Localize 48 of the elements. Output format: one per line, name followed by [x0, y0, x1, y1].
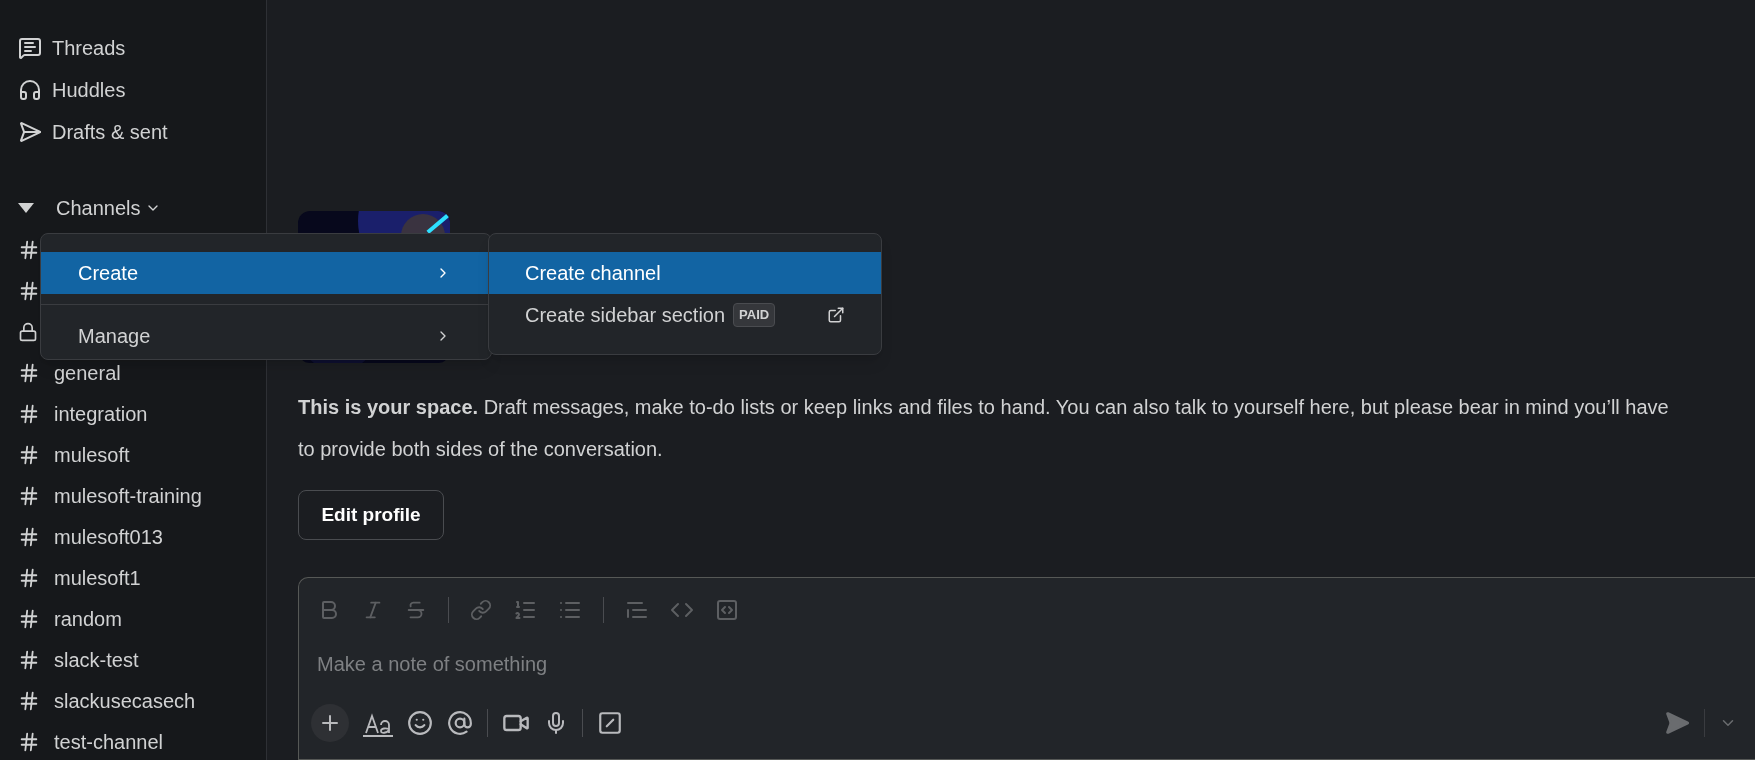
menu-item-label: Create channel — [525, 261, 661, 286]
menu-item-label: Create sidebar section — [525, 303, 726, 328]
add-button[interactable] — [311, 703, 349, 742]
hash-icon — [18, 566, 40, 589]
message-input[interactable]: Make a note of something — [317, 641, 1737, 688]
menu-item[interactable]: Create sidebar section PAID — [489, 294, 881, 336]
section-header[interactable]: Channels — [56, 193, 141, 223]
menu-item[interactable]: Create channel — [489, 252, 881, 294]
channel-name[interactable]: mulesoft013 — [54, 525, 163, 548]
sidebar-item[interactable]: Drafts & sent — [52, 117, 168, 147]
channel-name[interactable]: mulesoft — [54, 443, 130, 466]
hash-icon — [18, 238, 40, 261]
hash-icon — [18, 279, 40, 302]
intro-text: This is your space. Draft messages, make to-do lists or keep links and files to hand. You can also talk to yourself here, but please bear in mind you’ll have to provide both sides of the conversation. — [298, 395, 1670, 462]
send-icon[interactable] — [1664, 709, 1690, 736]
channel-name[interactable]: random — [54, 607, 122, 630]
hash-icon — [18, 361, 40, 384]
lock-icon — [18, 321, 38, 342]
menu-item[interactable]: Manage — [41, 315, 491, 357]
mention-icon[interactable] — [447, 709, 473, 736]
sidebar-item[interactable]: Huddles — [52, 75, 126, 105]
hash-icon — [18, 689, 40, 712]
channel-name[interactable]: mulesoft-training — [54, 484, 202, 507]
headphones-icon — [18, 78, 42, 102]
emoji-icon[interactable] — [407, 709, 433, 736]
hash-icon — [18, 402, 40, 425]
hash-icon — [18, 607, 40, 630]
channel-name[interactable]: slackusecasech — [54, 689, 196, 712]
caret-icon[interactable] — [18, 203, 34, 213]
send-icon — [18, 120, 42, 144]
channel-name[interactable]: general — [54, 361, 121, 384]
channel-name[interactable]: integration — [54, 402, 148, 425]
channel-name[interactable]: test-channel — [54, 730, 163, 753]
hash-icon — [18, 648, 40, 671]
hash-icon — [18, 730, 40, 753]
sidebar-item[interactable]: Threads — [52, 33, 126, 63]
link-icon[interactable] — [470, 598, 492, 621]
paid-badge: PAID — [733, 303, 776, 327]
shortcuts-icon[interactable] — [597, 709, 623, 736]
hash-icon — [18, 484, 40, 507]
hash-icon — [18, 443, 40, 466]
menu-item[interactable]: Create — [41, 252, 491, 294]
channel-name[interactable]: slack-test — [54, 648, 139, 671]
threads-icon — [18, 36, 42, 60]
channel-name[interactable]: mulesoft1 — [54, 566, 141, 589]
edit-profile-button[interactable]: Edit profile — [298, 490, 444, 540]
code-block-icon[interactable] — [715, 597, 739, 622]
hash-icon — [18, 525, 40, 548]
